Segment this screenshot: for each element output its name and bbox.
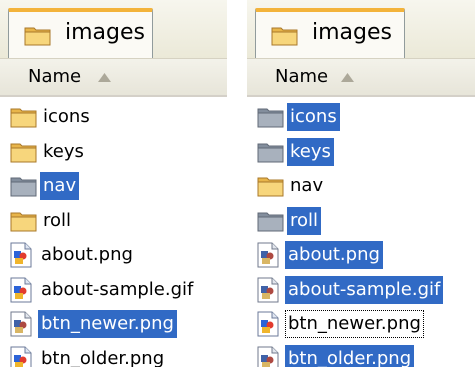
list-item-label: about-sample.gif <box>41 278 194 300</box>
tab-strip: images <box>247 0 475 59</box>
image-file-icon <box>257 277 279 303</box>
tab-label: images <box>65 20 145 45</box>
list-item-label: keys <box>287 137 334 166</box>
folder-icon <box>10 209 38 233</box>
list-item-label: icons <box>287 103 340 131</box>
list-item[interactable]: about.png <box>10 240 136 270</box>
file-panel-right: images Name icons keys nav roll about.png abo… <box>247 0 475 367</box>
list-item-label: nav <box>290 175 324 196</box>
list-item[interactable]: btn_older.png <box>10 344 167 367</box>
list-item[interactable]: nav <box>257 171 326 201</box>
folder-icon <box>257 105 285 129</box>
folder-icon <box>24 27 51 46</box>
column-header-label: Name <box>28 66 82 87</box>
list-item[interactable]: btn_newer.png <box>10 309 177 339</box>
list-item-label: about-sample.gif <box>285 275 444 304</box>
list-item[interactable]: roll <box>257 206 322 236</box>
sort-ascending-icon <box>98 73 111 82</box>
folder-icon <box>271 27 298 46</box>
folder-icon <box>10 105 38 129</box>
sort-ascending-icon <box>341 73 354 82</box>
file-panel-left: images Name icons keys nav roll about.png abo… <box>0 0 227 367</box>
list-item-label: keys <box>43 140 84 162</box>
folder-icon <box>257 209 285 233</box>
list-item[interactable]: keys <box>257 137 334 167</box>
list-item[interactable]: about-sample.gif <box>10 275 196 305</box>
list-item[interactable]: icons <box>257 102 340 132</box>
list-item[interactable]: about.png <box>257 240 383 270</box>
column-header-label: Name <box>275 66 329 87</box>
list-item-label: btn_newer.png <box>285 310 424 338</box>
folder-icon <box>257 174 285 198</box>
list-item[interactable]: about-sample.gif <box>257 275 444 305</box>
image-file-icon <box>10 242 32 268</box>
folder-icon <box>257 140 285 164</box>
image-file-icon <box>257 242 279 268</box>
image-file-icon <box>10 277 32 303</box>
folder-icon <box>10 140 38 164</box>
image-file-icon <box>10 346 32 367</box>
column-header-name[interactable]: Name <box>0 59 227 97</box>
tab-images[interactable]: images <box>8 8 153 58</box>
list-item[interactable]: keys <box>10 137 87 167</box>
list-item-label: btn_newer.png <box>38 310 177 338</box>
tab-strip: images <box>0 0 227 59</box>
list-item-label: icons <box>43 106 90 127</box>
image-file-icon <box>257 311 279 337</box>
folder-icon <box>10 174 38 198</box>
list-item-label: about.png <box>41 244 133 265</box>
list-item[interactable]: roll <box>10 206 74 236</box>
list-item-label: roll <box>287 206 322 235</box>
list-item-label: about.png <box>285 241 383 269</box>
list-item-label: btn_older.png <box>285 344 415 367</box>
list-item[interactable]: icons <box>10 102 93 132</box>
image-file-icon <box>10 311 32 337</box>
list-item[interactable]: nav <box>10 171 80 201</box>
column-header-name[interactable]: Name <box>247 59 475 97</box>
image-file-icon <box>257 346 279 367</box>
list-item[interactable]: btn_older.png <box>257 344 415 367</box>
tab-label: images <box>312 20 392 45</box>
tab-images[interactable]: images <box>255 8 405 58</box>
list-item-label: btn_older.png <box>41 347 165 367</box>
list-item-label: roll <box>43 209 72 231</box>
list-item-label: nav <box>40 172 80 200</box>
list-item[interactable]: btn_newer.png <box>257 309 424 339</box>
